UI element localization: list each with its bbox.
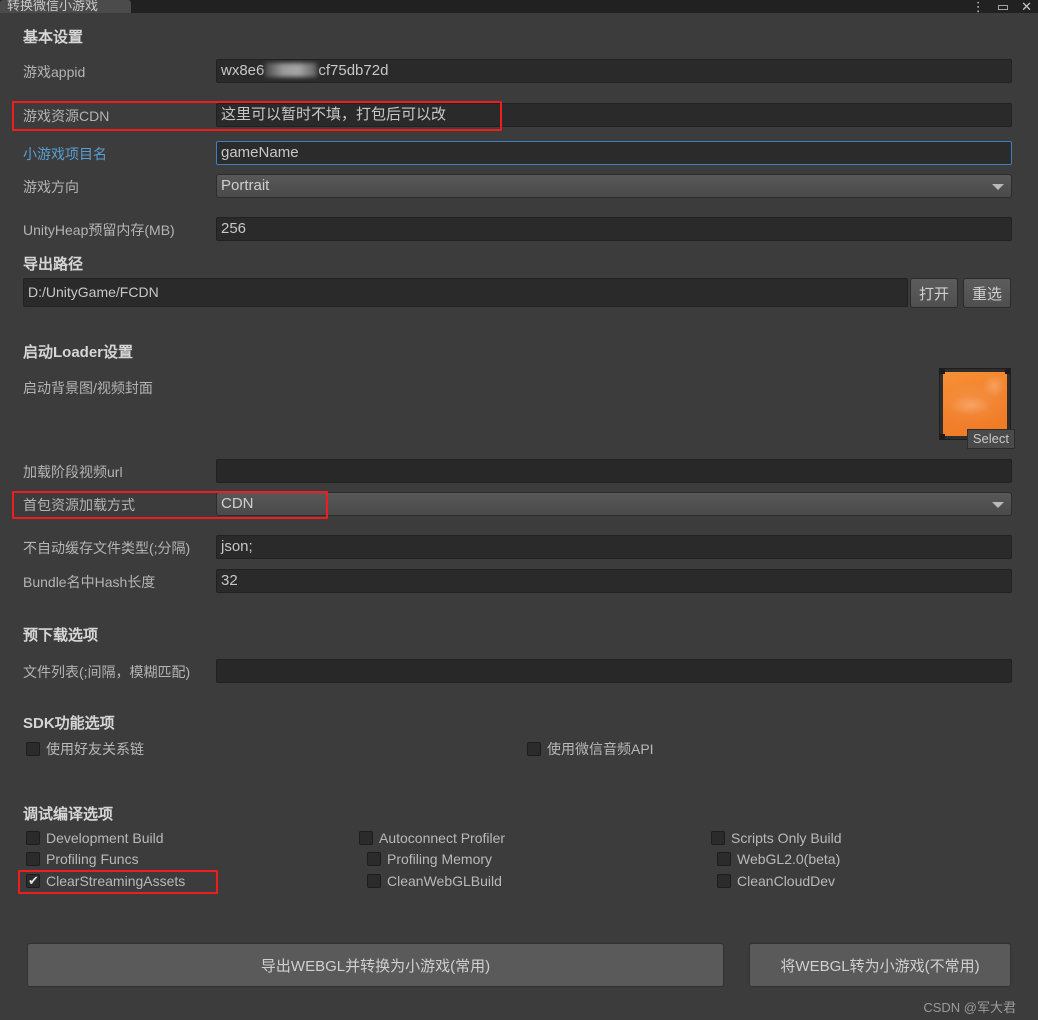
label-resource-cdn: 游戏资源CDN — [23, 108, 110, 124]
field-row-preload-file-list: 文件列表(;间隔，模糊匹配) — [0, 659, 1038, 684]
thumb-corner-tl — [940, 369, 945, 374]
input-loading-video-url[interactable] — [216, 459, 1012, 483]
label-bundle-hash-length: Bundle名中Hash长度 — [23, 574, 156, 590]
checkbox-box[interactable] — [717, 852, 731, 866]
checkbox-clean-cloud-dev[interactable]: CleanCloudDev — [717, 873, 835, 889]
label-preload-file-list: 文件列表(;间隔，模糊匹配) — [23, 664, 191, 680]
select-image-button[interactable]: Select — [966, 429, 1015, 449]
label-no-cache-types: 不自动缓存文件类型(;分隔) — [23, 540, 191, 556]
checkbox-box[interactable] — [26, 872, 40, 890]
section-title-export-path: 导出路径 — [23, 256, 84, 273]
input-appid[interactable]: wx8e6 cf75db72d — [216, 59, 1012, 83]
checkbox-box[interactable] — [527, 742, 541, 756]
label-first-package-load-mode: 首包资源加载方式 — [23, 497, 135, 513]
checkbox-profiling-funcs[interactable]: Profiling Funcs — [26, 851, 139, 867]
checkbox-label: Autoconnect Profiler — [379, 830, 506, 846]
unity-wechat-minigame-window: 转换微信小游戏 ⋮ ▭ ✕ 基本设置 游戏appid wx8e6 cf75db72… — [0, 0, 1038, 1020]
reselect-path-button[interactable]: 重选 — [963, 278, 1011, 308]
checkbox-label: Profiling Funcs — [46, 851, 139, 867]
checkbox-box[interactable] — [359, 831, 373, 845]
field-row-loading-video-url: 加载阶段视频url — [0, 459, 1038, 484]
field-row-appid: 游戏appid wx8e6 cf75db72d — [0, 59, 1038, 84]
checkbox-label: CleanWebGLBuild — [387, 873, 502, 889]
dropdown-orientation[interactable]: Portrait — [216, 174, 1012, 198]
close-icon[interactable]: ✕ — [1021, 0, 1032, 13]
input-unityheap-memory[interactable]: 256 — [216, 217, 1012, 241]
more-options-icon[interactable]: ⋮ — [972, 0, 985, 13]
section-title-loader: 启动Loader设置 — [23, 344, 134, 361]
checkbox-box[interactable] — [367, 874, 381, 888]
field-row-unityheap-memory: UnityHeap预留内存(MB) 256 — [0, 217, 1038, 242]
checkbox-box[interactable] — [26, 742, 40, 756]
title-bar: 转换微信小游戏 ⋮ ▭ ✕ — [0, 0, 1038, 13]
tab-label: 转换微信小游戏 — [7, 0, 99, 13]
checkbox-label: Profiling Memory — [387, 851, 493, 867]
checkbox-box[interactable] — [26, 852, 40, 866]
splash-image-preview[interactable]: Select — [939, 368, 1015, 449]
input-preload-file-list[interactable] — [216, 659, 1012, 683]
dropdown-orientation-value: Portrait — [221, 177, 270, 194]
checkbox-label: CleanCloudDev — [737, 873, 836, 889]
checkbox-box[interactable] — [367, 852, 381, 866]
section-title-preload: 预下载选项 — [23, 627, 99, 644]
checkbox-box[interactable] — [717, 874, 731, 888]
input-project-name[interactable]: gameName — [216, 141, 1012, 165]
checkbox-use-wechat-audio-api[interactable]: 使用微信音频API — [527, 739, 654, 759]
field-row-first-package-load-mode: 首包资源加载方式 CDN — [0, 492, 1038, 517]
label-unityheap-memory: UnityHeap预留内存(MB) — [23, 222, 175, 238]
input-export-path[interactable]: D:/UnityGame/FCDN — [23, 278, 908, 307]
chevron-down-icon — [992, 184, 1004, 190]
field-row-orientation: 游戏方向 Portrait — [0, 174, 1038, 199]
splash-image-thumbnail — [943, 372, 1007, 436]
checkbox-webgl2-beta[interactable]: WebGL2.0(beta) — [717, 851, 840, 867]
checkbox-label: 使用微信音频API — [547, 741, 654, 757]
label-loading-video-url: 加载阶段视频url — [23, 464, 123, 480]
checkbox-clean-webgl-build[interactable]: CleanWebGLBuild — [367, 873, 502, 889]
checkbox-label: Scripts Only Build — [731, 830, 842, 846]
maximize-icon[interactable]: ▭ — [997, 0, 1009, 13]
checkbox-clear-streaming-assets[interactable]: ClearStreamingAssets — [26, 872, 186, 890]
open-path-button[interactable]: 打开 — [910, 278, 958, 308]
panel-content: 基本设置 游戏appid wx8e6 cf75db72d 游戏资源CDN 这里可以… — [0, 13, 1038, 1020]
section-title-debug: 调试编译选项 — [23, 806, 114, 823]
export-webgl-and-convert-button[interactable]: 导出WEBGL并转换为小游戏(常用) — [27, 943, 724, 987]
label-appid: 游戏appid — [23, 64, 86, 80]
label-project-name: 小游戏项目名 — [23, 146, 107, 162]
checkbox-development-build[interactable]: Development Build — [26, 830, 164, 846]
checkbox-box[interactable] — [26, 831, 40, 845]
field-row-bundle-hash-length: Bundle名中Hash长度 32 — [0, 569, 1038, 594]
checkbox-label: Development Build — [46, 830, 164, 846]
checkbox-use-friend-relation[interactable]: 使用好友关系链 — [26, 739, 144, 759]
label-orientation: 游戏方向 — [23, 179, 79, 195]
field-row-resource-cdn: 游戏资源CDN 这里可以暂时不填，打包后可以改 — [0, 103, 1038, 128]
field-row-project-name: 小游戏项目名 gameName — [0, 141, 1038, 166]
input-bundle-hash-length[interactable]: 32 — [216, 569, 1012, 593]
section-title-basic: 基本设置 — [23, 29, 84, 46]
section-title-sdk: SDK功能选项 — [23, 715, 115, 732]
convert-webgl-to-minigame-button[interactable]: 将WEBGL转为小游戏(不常用) — [749, 943, 1011, 987]
dropdown-first-package-load-mode[interactable]: CDN — [216, 492, 1012, 516]
watermark: CSDN @军大君 — [923, 1000, 1016, 1015]
field-row-no-cache-types: 不自动缓存文件类型(;分隔) json; — [0, 535, 1038, 560]
thumb-corner-bl — [940, 434, 945, 439]
chevron-down-icon — [992, 502, 1004, 508]
dropdown-first-package-load-mode-value: CDN — [221, 495, 254, 512]
input-resource-cdn[interactable]: 这里可以暂时不填，打包后可以改 — [216, 103, 1012, 127]
checkbox-label: WebGL2.0(beta) — [737, 851, 841, 867]
checkbox-label: 使用好友关系链 — [46, 741, 144, 757]
window-controls: ⋮ ▭ ✕ — [972, 0, 1032, 13]
checkbox-profiling-memory[interactable]: Profiling Memory — [367, 851, 492, 867]
checkbox-scripts-only-build[interactable]: Scripts Only Build — [711, 830, 841, 846]
checkbox-autoconnect-profiler[interactable]: Autoconnect Profiler — [359, 830, 505, 846]
input-no-cache-types[interactable]: json; — [216, 535, 1012, 559]
label-splash-image: 启动背景图/视频封面 — [23, 380, 153, 396]
tab-convert-wechat-minigame[interactable]: 转换微信小游戏 — [0, 0, 131, 13]
checkbox-label: ClearStreamingAssets — [46, 873, 186, 889]
checkbox-box[interactable] — [711, 831, 725, 845]
thumb-corner-tr — [1005, 369, 1010, 374]
